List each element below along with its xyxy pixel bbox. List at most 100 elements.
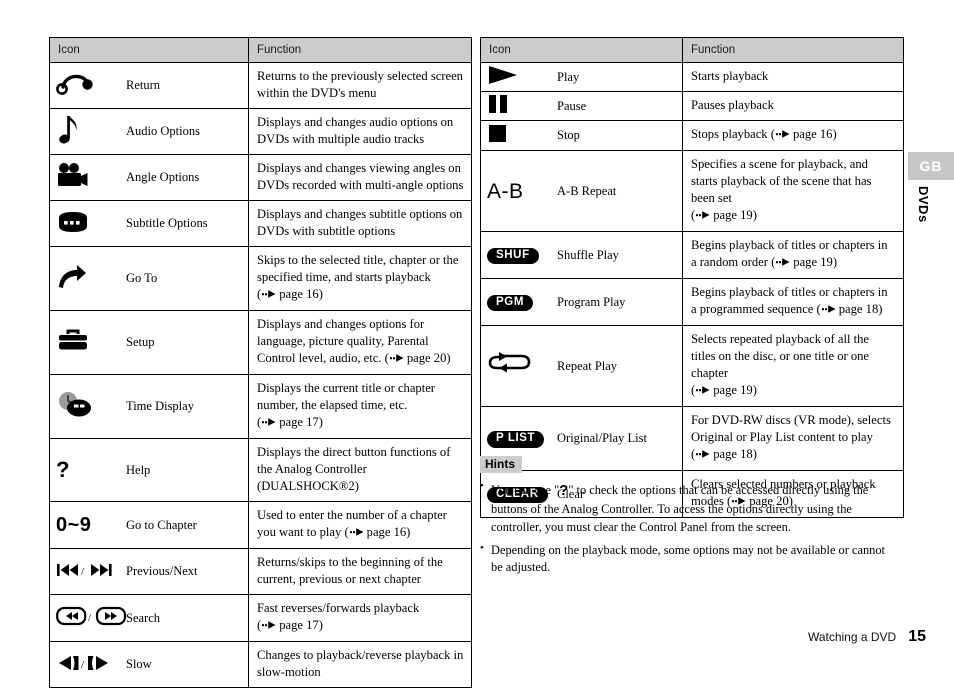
function-text: For DVD-RW discs (VR mode), selects Orig… [691, 413, 891, 444]
icon-label: Angle Options [126, 170, 200, 184]
icon-slot [481, 351, 557, 381]
page-reference: (page 16) [257, 287, 323, 301]
table-row: / Search Fast reverses/forwards playback (p… [49, 594, 472, 642]
cell-function: Displays the direct button functions of … [248, 438, 472, 502]
hints-title: Hints [480, 456, 522, 473]
page-reference-label: page 16 [279, 287, 319, 301]
function-text: Displays the current title or chapter nu… [257, 381, 435, 412]
page-reference: (page 18) [817, 302, 883, 316]
go-to-arrow-icon [56, 263, 88, 295]
page-reference: (page 17) [257, 618, 323, 632]
a-b-repeat-icon: A-B [487, 179, 524, 203]
badge-pgm-icon: PGM [487, 293, 533, 312]
function-text: Selects repeated playback of all the tit… [691, 332, 870, 380]
svg-text:/: / [88, 612, 92, 624]
function-text: Specifies a scene for playback, and star… [691, 157, 872, 205]
badge-p-list-icon: P LIST [487, 429, 545, 448]
cell-function: Skips to the selected title, chapter or … [248, 246, 472, 311]
icon-label: Setup [126, 335, 155, 349]
table-row: Pause Pauses playback [480, 91, 904, 121]
page-reference-arrow-icon [696, 208, 711, 225]
cell-function: Stops playback (page 16) [682, 120, 904, 151]
icon-slot: ? [50, 459, 126, 481]
page-reference-label: page 18 [838, 302, 879, 316]
table-row: / Previous/Next Returns/skips to the begin… [49, 548, 472, 595]
cell-icon: A-B A-B Repeat [480, 150, 683, 232]
icon-slot: 0~9 [50, 515, 126, 535]
icon-slot: / [50, 561, 126, 583]
icon-slot: A-B [481, 181, 557, 202]
table-row: Angle Options Displays and changes viewin… [49, 154, 472, 201]
icon-slot [50, 162, 126, 194]
function-text: Skips to the selected title, chapter or … [257, 253, 459, 284]
page-reference-arrow-icon [821, 302, 837, 319]
function-text: Displays and changes audio options on DV… [257, 115, 454, 146]
page-reference: (page 19) [691, 383, 757, 397]
page-reference-label: page 17 [279, 415, 319, 429]
cell-function: Changes to playback/reverse playback in … [248, 641, 472, 688]
table-header-row: Icon Function [480, 37, 904, 63]
cell-function: Displays and changes subtitle options on… [248, 200, 472, 247]
table-row: ? Help Displays the direct button function… [49, 438, 472, 502]
cell-icon: PGM Program Play [480, 278, 683, 326]
table-row: 0~9 Go to Chapter Used to enter the number… [49, 501, 472, 549]
page-reference-label: page 17 [279, 618, 319, 632]
page-reference: (page 20) [385, 351, 451, 365]
table-row: A-B A-B Repeat Specifies a scene for playb… [480, 150, 904, 232]
cell-function: Returns to the previously selected scree… [248, 62, 472, 109]
function-text: Displays and changes subtitle options on… [257, 207, 463, 238]
table-row: Subtitle Options Displays and changes sub… [49, 200, 472, 247]
page-reference-arrow-icon [696, 383, 711, 400]
cell-icon: Angle Options [49, 154, 249, 201]
cell-function: Displays the current title or chapter nu… [248, 374, 472, 439]
cell-function: Fast reverses/forwards playback (page 17) [248, 594, 472, 642]
page-reference: (page 16) [344, 525, 410, 539]
icon-label: Shuffle Play [557, 247, 619, 262]
cell-icon: Repeat Play [480, 325, 683, 407]
svg-text:/: / [81, 659, 85, 671]
page-reference: (page 19) [771, 255, 837, 269]
page-reference-arrow-icon [349, 525, 365, 542]
table-header-row: Icon Function [49, 37, 472, 63]
slow-motion-icon: / [56, 653, 116, 677]
cell-icon: Audio Options [49, 108, 249, 155]
left-table-body: Return Returns to the previously selected… [49, 62, 472, 688]
icon-slot: P LIST [481, 429, 557, 448]
table-row: Repeat Play Selects repeated playback of … [480, 325, 904, 407]
icon-slot [481, 65, 557, 89]
cell-function: Displays and changes audio options on DV… [248, 108, 472, 155]
table-row: SHUF Shuffle Play Begins playback of title… [480, 231, 904, 279]
page-reference-label: page 19 [713, 383, 753, 397]
cell-icon: Setup [49, 310, 249, 375]
cell-function: Displays and changes options for languag… [248, 310, 472, 375]
icon-slot: SHUF [481, 246, 557, 265]
icon-slot [50, 71, 126, 101]
play-icon [487, 65, 521, 89]
page-reference-label: page 19 [793, 255, 833, 269]
column-header-function: Function [248, 37, 472, 63]
function-text: Displays and changes viewing angles on D… [257, 161, 464, 192]
page-footer: Watching a DVD 15 [808, 628, 926, 646]
cell-function: Begins playback of titles or chapters in… [682, 278, 904, 326]
cell-icon: ? Help [49, 438, 249, 502]
icon-slot: PGM [481, 293, 557, 312]
help-question-icon: ? [56, 457, 70, 482]
icon-slot: / [50, 605, 127, 631]
column-header-icon: Icon [480, 37, 683, 63]
page-reference-label: page 20 [406, 351, 447, 365]
number-keys-icon: 0~9 [56, 514, 92, 536]
cell-icon: Subtitle Options [49, 200, 249, 247]
icon-slot: / [50, 653, 126, 677]
hints-list: You can use "?" to check the options tha… [480, 479, 890, 577]
icon-label: Play [557, 69, 580, 84]
cell-function: Pauses playback [682, 91, 904, 121]
page-reference-arrow-icon [262, 287, 277, 304]
icon-label: A-B Repeat [557, 183, 617, 198]
control-panel-table-right: Icon Function Play Starts playback Pause Pa… [480, 37, 904, 518]
icon-label: Stop [557, 128, 580, 142]
function-text: Displays the direct button functions of … [257, 445, 451, 493]
cell-icon: Return [49, 62, 249, 109]
hints-block: Hints You can use "?" to check the optio… [480, 455, 890, 582]
cell-function: Selects repeated playback of all the tit… [682, 325, 904, 407]
cell-icon: Play [480, 62, 683, 92]
